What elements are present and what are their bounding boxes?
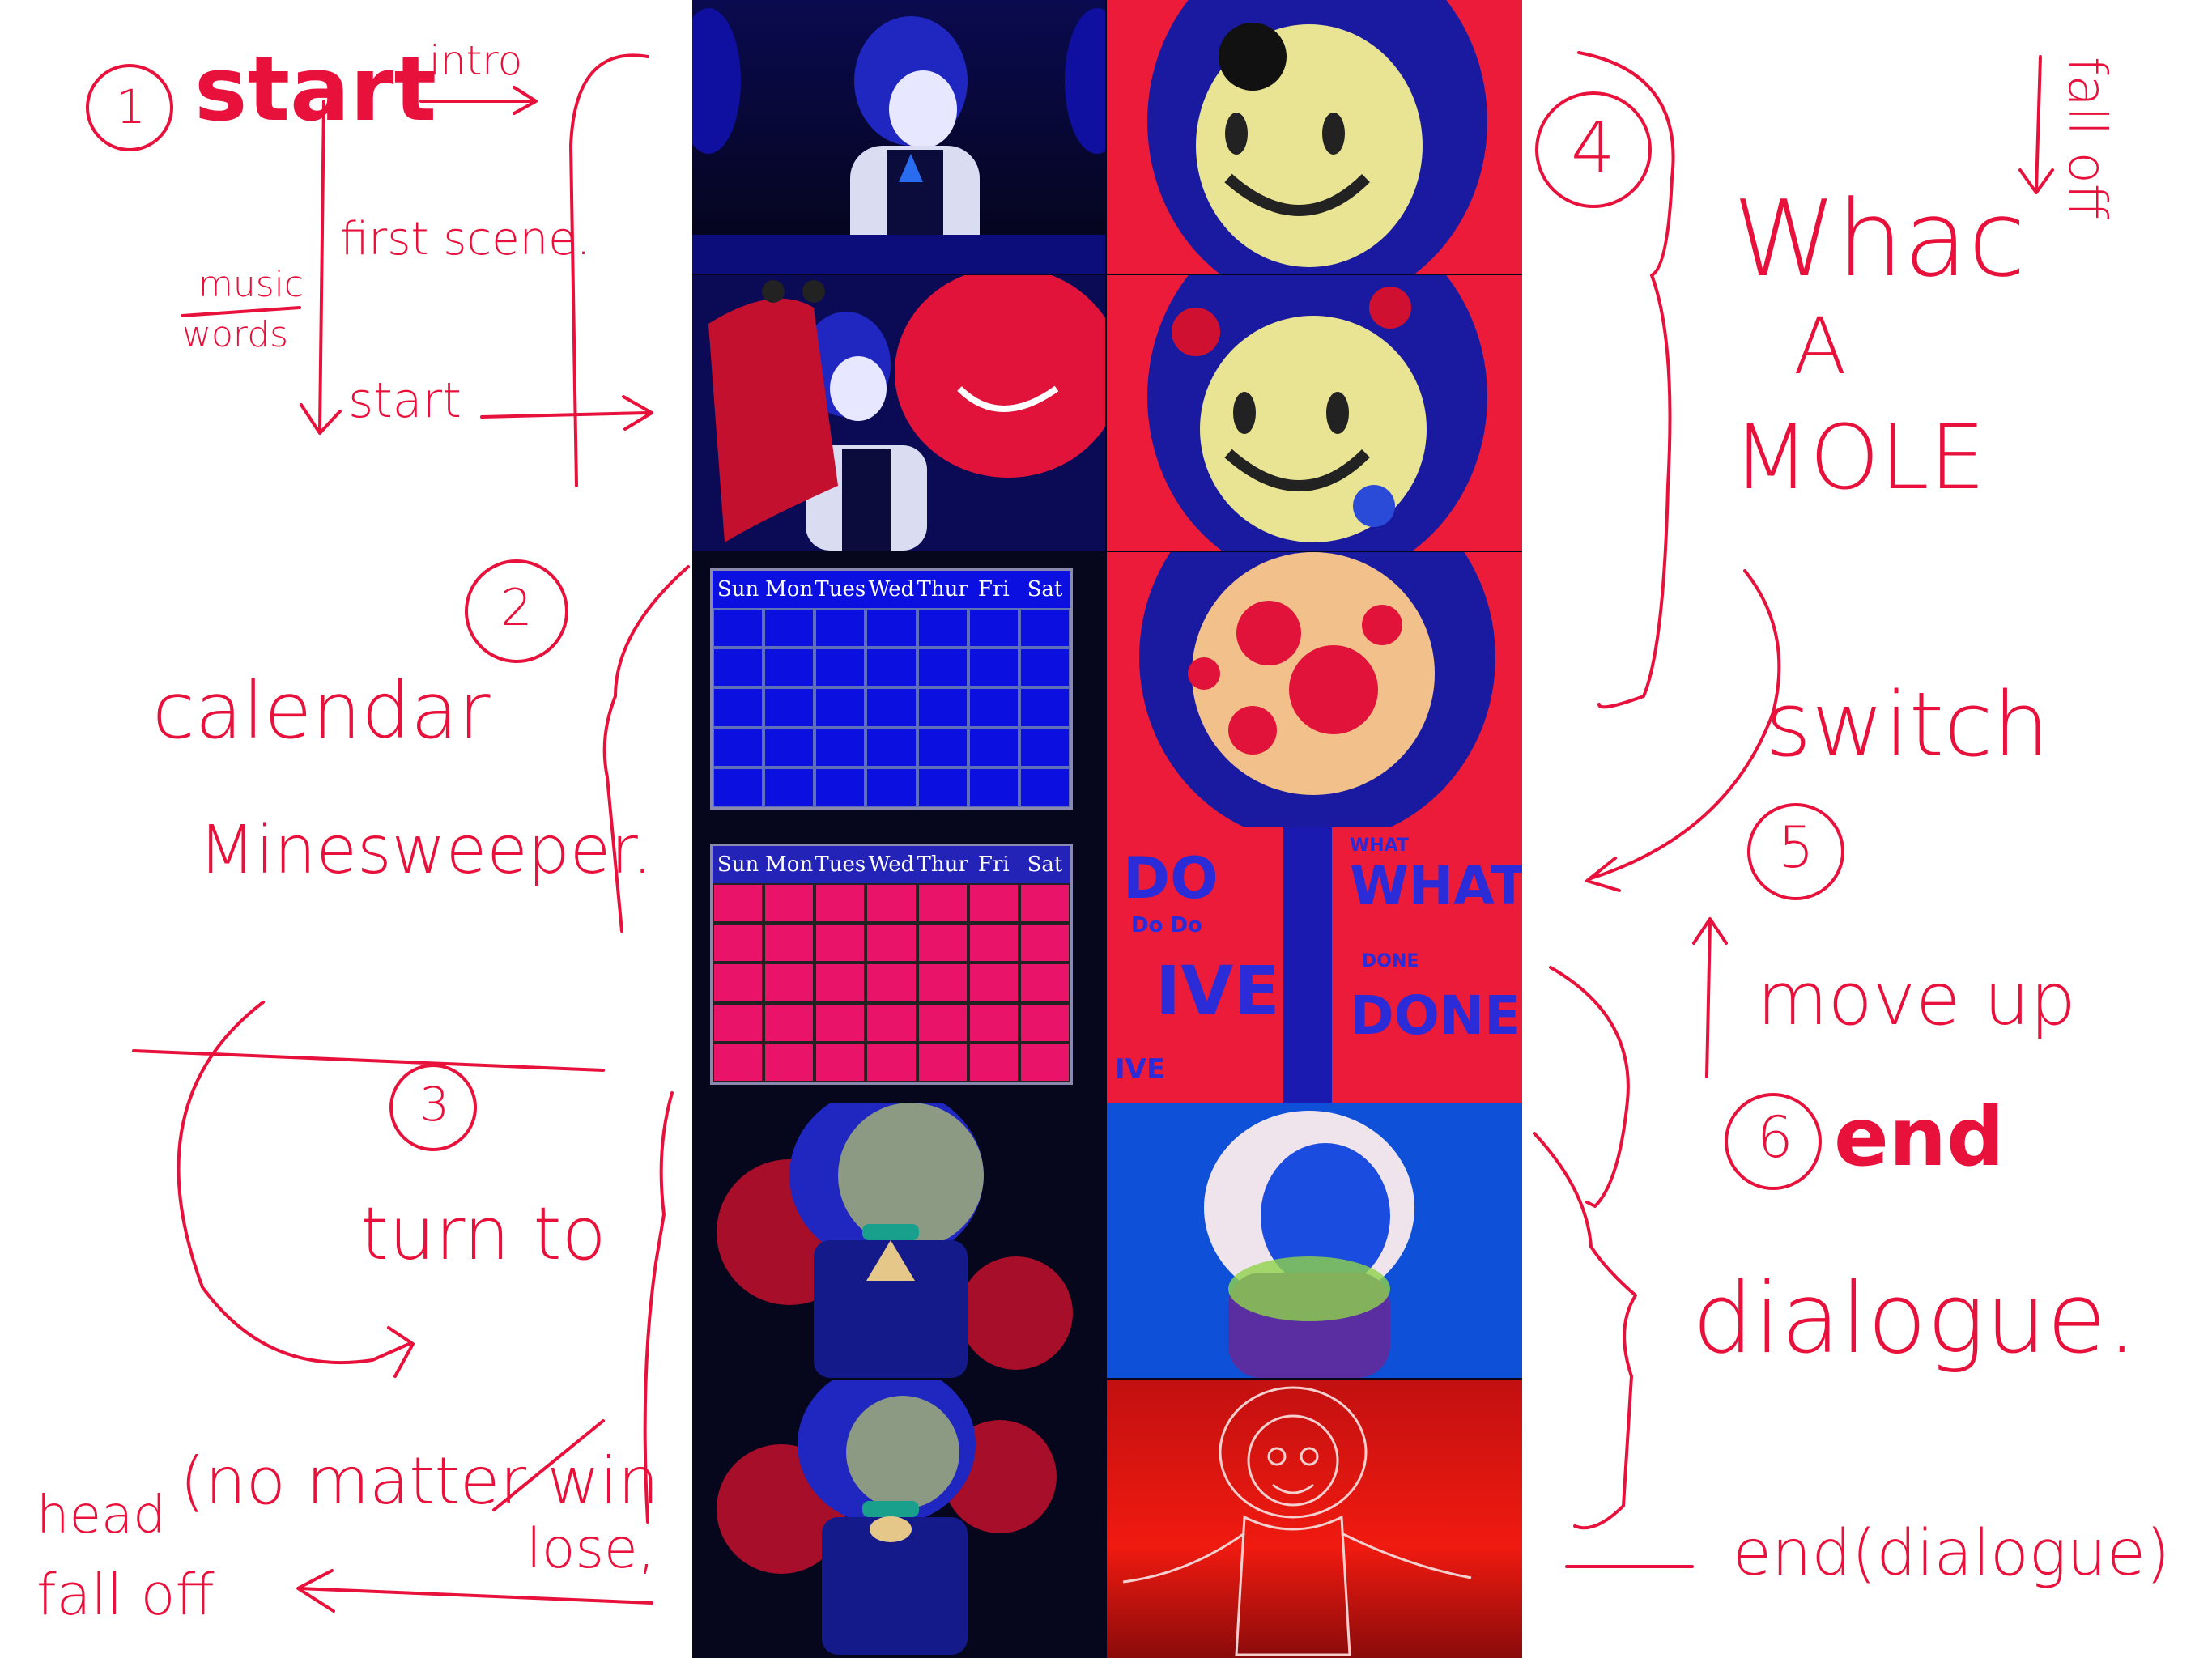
step6-number: 6: [1757, 1104, 1793, 1171]
day-sun: Sun: [717, 577, 759, 602]
day-fri: Fri: [977, 577, 1010, 602]
character-sitting-illustration: [692, 8, 1105, 274]
lose-label: lose,: [526, 1517, 656, 1581]
panel-smile-face: [1107, 0, 1522, 274]
step5-number: 5: [1778, 814, 1814, 881]
step2-number: 2: [500, 578, 533, 637]
end-label: end: [1834, 1090, 2005, 1184]
panel-first-scene: [692, 0, 1105, 274]
step3-number: 3: [419, 1077, 449, 1132]
panel-turn-2: [692, 1380, 1105, 1658]
storyboard: Sun Mon Tues Wed Thur Fri Sat Sun Mon Tu…: [692, 0, 1522, 1658]
turn-to-label: turn to: [360, 1192, 606, 1277]
mole-label: MOLE: [1733, 406, 1986, 509]
text-ive: IVE: [1155, 951, 1280, 1031]
day-tues: Tues: [815, 577, 866, 602]
minesweeper-board: Sun Mon Tues Wed Thur Fri Sat: [710, 844, 1073, 1085]
ms-day-mon: Mon: [765, 852, 814, 877]
a-label: A: [1793, 301, 1847, 392]
fall-off-top-arrow: [2018, 55, 2054, 194]
text-ive-small: IVE: [1115, 1053, 1166, 1086]
ms-day-sun: Sun: [717, 852, 759, 877]
whac-label: Whac: [1733, 177, 2027, 300]
panel-splatter-face: [1107, 552, 1522, 827]
ms-day-wed: Wed: [868, 852, 915, 877]
dialogue-label: dialogue.: [1692, 1263, 2138, 1375]
brace-6: [1533, 1132, 1637, 1530]
move-up-arrow: [1692, 917, 1728, 1078]
start-arrow-label: start: [348, 372, 462, 429]
minesweeper-grid: [713, 883, 1070, 1082]
first-scene-label: first scene.: [340, 213, 591, 266]
minesweeper-header: Sun Mon Tues Wed Thur Fri Sat: [713, 846, 1070, 883]
step1-label: start: [194, 37, 437, 141]
ms-day-thur: Thur: [917, 852, 968, 877]
text-done-small: DONE: [1362, 951, 1419, 971]
panel-calendar: Sun Mon Tues Wed Thur Fri Sat: [692, 552, 1105, 819]
no-matter-win-label: (no matter win: [180, 1443, 659, 1519]
panel-face-moles: [1107, 275, 1522, 551]
end-dialogue-label: end(dialogue): [1733, 1517, 2171, 1590]
switch-label: switch: [1765, 673, 2050, 776]
music-label: music: [198, 264, 304, 305]
fall-off-top-label: fall off: [2057, 57, 2116, 219]
calendar-board: Sun Mon Tues Wed Thur Fri Sat: [710, 568, 1073, 810]
music-words-arrow: [300, 100, 342, 435]
step4-number: 4: [1571, 108, 1615, 189]
intro-label: intro: [429, 37, 523, 84]
day-thur: Thur: [917, 577, 968, 602]
text-do-small: Do Do: [1131, 913, 1202, 937]
text-done: DONE: [1350, 984, 1521, 1047]
center-door: [1283, 827, 1332, 1103]
day-sat: Sat: [1027, 577, 1063, 602]
fall-off-label: fall off: [36, 1562, 215, 1628]
intro-arrow: [419, 86, 538, 115]
ms-day-sat: Sat: [1027, 852, 1063, 877]
panel-what-have-i-done: DO Do Do IVE IVE WHAT WHAT DONE DONE: [1107, 827, 1522, 1103]
ms-day-fri: Fri: [977, 852, 1010, 877]
text-what-small: WHAT: [1350, 835, 1410, 856]
text-do: DO: [1123, 845, 1219, 912]
minesweeper-label: Minesweeper.: [198, 812, 653, 889]
panel-end-character: [1107, 1103, 1522, 1378]
panel-monster-attack: [692, 275, 1105, 551]
ms-day-tues: Tues: [815, 852, 866, 877]
calendar-label: calendar: [152, 665, 491, 756]
start-arrow: [480, 395, 653, 431]
panel-minesweeper: Sun Mon Tues Wed Thur Fri Sat: [692, 827, 1105, 1095]
text-what: WHAT: [1350, 855, 1522, 917]
move-up-label: move up: [1757, 957, 2077, 1042]
calendar-grid: [713, 608, 1070, 807]
panel-end-dialogue: [1107, 1380, 1522, 1658]
day-mon: Mon: [765, 577, 814, 602]
panel-turn-1: [692, 1103, 1105, 1378]
words-label: words: [182, 314, 289, 355]
head-label: head: [36, 1486, 166, 1545]
day-wed: Wed: [868, 577, 915, 602]
calendar-header: Sun Mon Tues Wed Thur Fri Sat: [713, 571, 1070, 608]
step1-number: 1: [116, 79, 146, 134]
